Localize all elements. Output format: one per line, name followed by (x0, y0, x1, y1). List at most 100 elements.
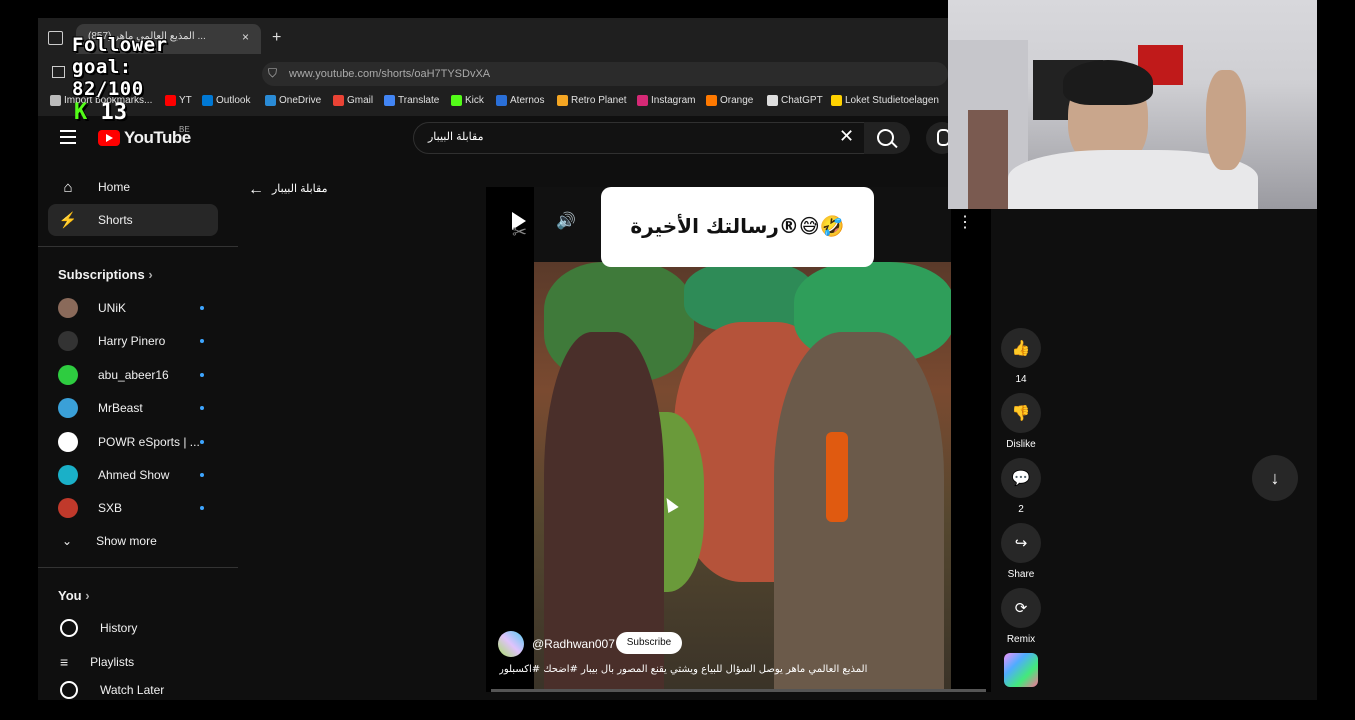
show-more-label: Show more (96, 534, 157, 548)
more-options-icon[interactable]: ⋮ (957, 212, 973, 232)
bookmark-item[interactable]: Kick (451, 95, 484, 106)
sidebar-item-label: Home (98, 180, 131, 194)
video-frame[interactable] (534, 262, 951, 692)
sidebar-item-label: History (100, 621, 138, 635)
subscription-item[interactable]: POWR eSports | ... (48, 426, 218, 458)
subscription-item[interactable]: MrBeast (48, 392, 218, 424)
bookmark-label: Gmail (347, 95, 374, 106)
bookmark-icon (767, 95, 778, 106)
bookmark-item[interactable]: Translate (384, 95, 439, 106)
bookmark-label: OneDrive (279, 95, 322, 106)
hamburger-menu-icon[interactable] (60, 130, 76, 148)
remix-icon: ⟳ (1014, 600, 1028, 617)
bookmark-icon (265, 95, 276, 106)
chevron-right-icon: › (148, 267, 153, 282)
bookmark-item[interactable]: ChatGPT (767, 95, 823, 106)
bookmark-label: Instagram (651, 95, 696, 106)
bookmark-label: ChatGPT (781, 95, 823, 106)
remix-label: Remix (1006, 634, 1036, 645)
subscription-item[interactable]: UNiK (48, 292, 218, 324)
share-label: Share (1007, 569, 1035, 580)
chevron-down-icon: ⌄ (62, 534, 73, 548)
playlists-icon: ≡ (60, 654, 69, 670)
tab-list-icon[interactable] (48, 31, 63, 45)
clear-search-icon[interactable]: ✕ (839, 126, 854, 147)
window-icon[interactable] (52, 66, 65, 78)
arrow-down-icon: ↓ (1270, 467, 1280, 488)
bookmark-item[interactable]: Aternos (496, 95, 544, 106)
bookmark-item[interactable]: Gmail (333, 95, 373, 106)
sidebar-item-shorts[interactable]: ⚡ Shorts (48, 204, 218, 236)
bookmark-icon (451, 95, 462, 106)
subscription-item[interactable]: abu_abeer16 (48, 359, 218, 391)
tab-close-icon[interactable]: × (242, 30, 249, 44)
bookmark-item[interactable]: YT (165, 95, 192, 106)
like-icon: 👍 (1011, 340, 1031, 357)
sidebar-item-home[interactable]: ⌂ Home (48, 171, 218, 203)
bookmark-item[interactable]: Retro Planet (557, 95, 627, 106)
kick-viewer-count: K 13 (74, 100, 127, 125)
video-title[interactable]: المذيع العالمي ماهر يوصل السؤال للبياع و… (499, 664, 939, 675)
new-content-dot (200, 473, 204, 477)
sidebar-divider (38, 567, 238, 568)
new-tab-button[interactable]: + (272, 29, 281, 47)
sound-thumbnail[interactable] (1004, 653, 1038, 687)
subscription-item[interactable]: SXB (48, 492, 218, 524)
bookmark-item[interactable]: Outlook (202, 95, 250, 106)
url-text[interactable]: www.youtube.com/shorts/oaH7TYSDvXA (289, 68, 490, 80)
bookmark-item[interactable]: Loket Studietoelagen (831, 95, 939, 106)
like-label: 14 (1015, 374, 1027, 385)
bookmark-item[interactable]: OneDrive (265, 95, 321, 106)
search-icon[interactable] (877, 129, 894, 146)
shorts-icon: ⚡ (58, 212, 78, 229)
dislike-label: Dislike (1006, 439, 1036, 450)
subscribe-button[interactable]: Subscribe (616, 632, 682, 654)
follower-goal-line: goal: (72, 56, 132, 78)
viewer-count: 13 (100, 100, 128, 125)
subscription-item[interactable]: Ahmed Show (48, 459, 218, 491)
dislike-button[interactable]: 👎 (1001, 393, 1041, 433)
show-more-button[interactable]: ⌄ Show more (48, 525, 218, 557)
search-input-value[interactable]: مقابلة البيبار (428, 130, 484, 143)
region-code: BE (179, 125, 190, 134)
bookmark-label: Translate (398, 95, 440, 106)
bookmark-label: Retro Planet (571, 95, 627, 106)
bookmark-icon (333, 95, 344, 106)
back-arrow-icon[interactable]: ← (248, 181, 264, 199)
subscription-label: MrBeast (98, 401, 143, 416)
remix-button[interactable]: ⟳ (1001, 588, 1041, 628)
sidebar-item-playlists[interactable]: ≡ Playlists (48, 646, 218, 678)
like-button[interactable]: 👍 (1001, 328, 1041, 368)
next-video-button[interactable]: ↓ (1252, 455, 1298, 501)
channel-avatar (58, 298, 78, 318)
channel-avatar (58, 364, 78, 385)
home-icon: ⌂ (63, 178, 73, 196)
comments-button[interactable]: 💬 (1001, 458, 1041, 498)
progress-bar[interactable] (491, 689, 986, 692)
new-content-dot (200, 339, 204, 344)
follower-goal-count: 82/100 (72, 78, 144, 100)
bookmark-icon (202, 95, 213, 106)
subscription-label: abu_abeer16 (98, 367, 169, 382)
bookmark-item[interactable]: Orange (706, 95, 753, 106)
share-button[interactable]: ↪ (1001, 523, 1041, 563)
subscriptions-heading[interactable]: Subscriptions › (58, 267, 153, 282)
sidebar-item-watch-later[interactable]: Watch Later (48, 679, 218, 701)
site-info-icon[interactable]: ⛉ (268, 66, 280, 80)
sidebar-item-history[interactable]: History (48, 612, 218, 644)
channel-name[interactable]: @Radhwan007 (532, 637, 615, 651)
volume-icon[interactable]: 🔊 (556, 211, 576, 231)
you-heading[interactable]: You › (58, 588, 90, 603)
bookmark-label: Loket Studietoelagen (845, 95, 939, 106)
streamer-hair (1063, 60, 1153, 105)
bookmark-label: Kick (465, 95, 484, 106)
sidebar-divider (38, 246, 238, 247)
bookmark-icon (706, 95, 717, 106)
youtube-logo[interactable]: YouTube (98, 128, 191, 148)
new-content-dot (200, 372, 204, 377)
subscription-label: SXB (98, 501, 123, 516)
new-content-dot (200, 506, 204, 511)
channel-avatar[interactable] (498, 631, 524, 657)
bookmark-item[interactable]: Instagram (637, 95, 695, 106)
subscription-item[interactable]: Harry Pinero (48, 325, 218, 357)
